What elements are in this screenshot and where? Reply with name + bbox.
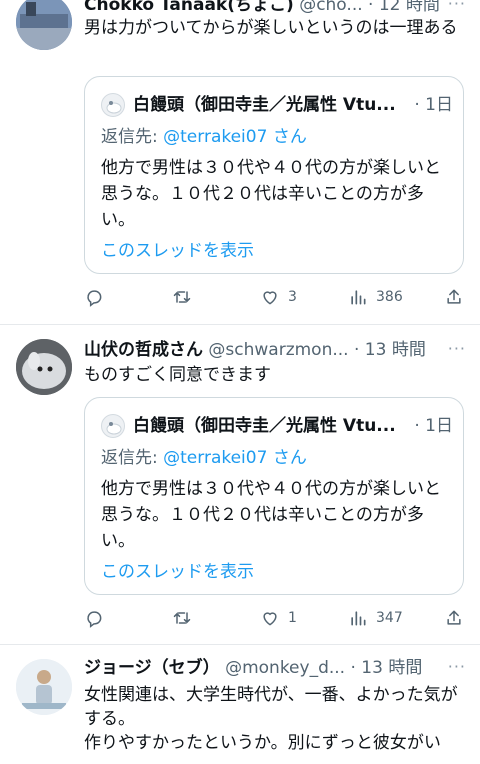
like-count: 3	[288, 289, 297, 305]
tweet-header: 山伏の哲成さん @schwarzmon... · 13 時間	[84, 339, 464, 361]
retweet-icon	[173, 291, 191, 303]
like-button[interactable]: 3	[260, 285, 297, 309]
view-count: 386	[376, 289, 403, 305]
show-thread-link[interactable]: このスレッドを表示	[101, 560, 254, 584]
reply-prefix: 返信先:	[101, 127, 164, 147]
display-name[interactable]: ジョージ（セブ）	[84, 658, 220, 678]
more-options-icon[interactable]: ···	[448, 339, 466, 358]
retweet-button[interactable]	[172, 606, 200, 630]
like-count: 1	[288, 610, 297, 626]
quoted-timestamp: · 1日	[414, 95, 453, 115]
avatar[interactable]	[16, 659, 72, 715]
retweet-icon	[173, 612, 191, 624]
quoted-avatar-icon	[101, 93, 125, 117]
avatar[interactable]	[16, 339, 72, 395]
username[interactable]: @schwarzmon...	[208, 340, 348, 360]
quoted-display-name: 白饅頭（御田寺圭／光属性 Vtu...	[133, 95, 396, 115]
like-button[interactable]: 1	[260, 606, 297, 630]
reply-icon	[87, 290, 102, 307]
tweet[interactable]: ジョージ（セブ） @monkey_d... · 13 時間 ··· 女性関連は、…	[0, 645, 480, 764]
display-name[interactable]: 山伏の哲成さん	[84, 340, 203, 360]
analytics-icon	[351, 290, 366, 305]
heart-icon	[263, 291, 277, 305]
display-name[interactable]: Chokko Tanaak(ちょこ)	[84, 0, 294, 15]
reply-context: 返信先: @terrakei07 さん	[101, 125, 307, 149]
view-count: 347	[376, 610, 403, 626]
username[interactable]: @monkey_d...	[225, 658, 345, 678]
reply-context: 返信先: @terrakei07 さん	[101, 446, 307, 470]
share-button[interactable]	[444, 606, 464, 630]
tweet[interactable]: 山伏の哲成さん @schwarzmon... · 13 時間 ··· ものすごく…	[0, 325, 480, 644]
show-thread-link[interactable]: このスレッドを表示	[101, 239, 254, 263]
reply-mention[interactable]: @terrakei07 さん	[163, 127, 307, 147]
analytics-icon	[351, 611, 366, 626]
reply-mention[interactable]: @terrakei07 さん	[163, 448, 307, 468]
quoted-tweet[interactable]: 白饅頭（御田寺圭／光属性 Vtu... · 1日 返信先: @terrakei0…	[84, 397, 464, 595]
reply-prefix: 返信先:	[101, 448, 164, 468]
retweet-button[interactable]	[172, 285, 200, 309]
quoted-tweet-header: 白饅頭（御田寺圭／光属性 Vtu... · 1日	[101, 414, 453, 438]
quoted-tweet-header: 白饅頭（御田寺圭／光属性 Vtu... · 1日	[101, 93, 453, 117]
share-icon	[447, 610, 461, 625]
tweet-text: 男は力がついてからが楽しいというのは一理ある	[84, 18, 458, 38]
timestamp[interactable]: · 13 時間	[350, 658, 422, 678]
tweet-text: 女性関連は、大学生時代が、一番、よかった気がする。 作りやすかったというか。別に…	[84, 685, 458, 753]
heart-icon	[263, 612, 277, 626]
tweet-header: Chokko Tanaak(ちょこ) @cho... · 12 時間	[84, 0, 464, 16]
tweet-actions: 3 386	[84, 285, 464, 309]
username[interactable]: @cho...	[299, 0, 362, 15]
share-icon	[447, 289, 461, 304]
tweet[interactable]: Chokko Tanaak(ちょこ) @cho... · 12 時間 ··· 男…	[0, 0, 480, 324]
reply-button[interactable]	[84, 606, 112, 630]
quoted-display-name: 白饅頭（御田寺圭／光属性 Vtu...	[133, 416, 396, 436]
quoted-avatar-icon	[101, 414, 125, 438]
quoted-tweet[interactable]: 白饅頭（御田寺圭／光属性 Vtu... · 1日 返信先: @terrakei0…	[84, 76, 464, 274]
avatar[interactable]	[16, 0, 72, 50]
quoted-timestamp: · 1日	[414, 416, 453, 436]
views-button[interactable]: 347	[348, 606, 403, 630]
timestamp[interactable]: · 12 時間	[368, 0, 440, 15]
tweet-text: ものすごく同意できます	[84, 365, 271, 385]
timestamp[interactable]: · 13 時間	[354, 340, 426, 360]
more-options-icon[interactable]: ···	[448, 0, 466, 13]
reply-button[interactable]	[84, 285, 112, 309]
tweet-actions: 1 347	[84, 606, 464, 630]
more-options-icon[interactable]: ···	[448, 657, 466, 676]
share-button[interactable]	[444, 285, 464, 309]
reply-icon	[87, 611, 102, 628]
quoted-text: 他方で男性は３０代や４０代の方が楽しいと思うな。１０代２０代は辛いことの方が多い…	[101, 158, 441, 230]
views-button[interactable]: 386	[348, 285, 403, 309]
tweet-header: ジョージ（セブ） @monkey_d... · 13 時間	[84, 657, 464, 679]
quoted-text: 他方で男性は３０代や４０代の方が楽しいと思うな。１０代２０代は辛いことの方が多い…	[101, 479, 441, 551]
